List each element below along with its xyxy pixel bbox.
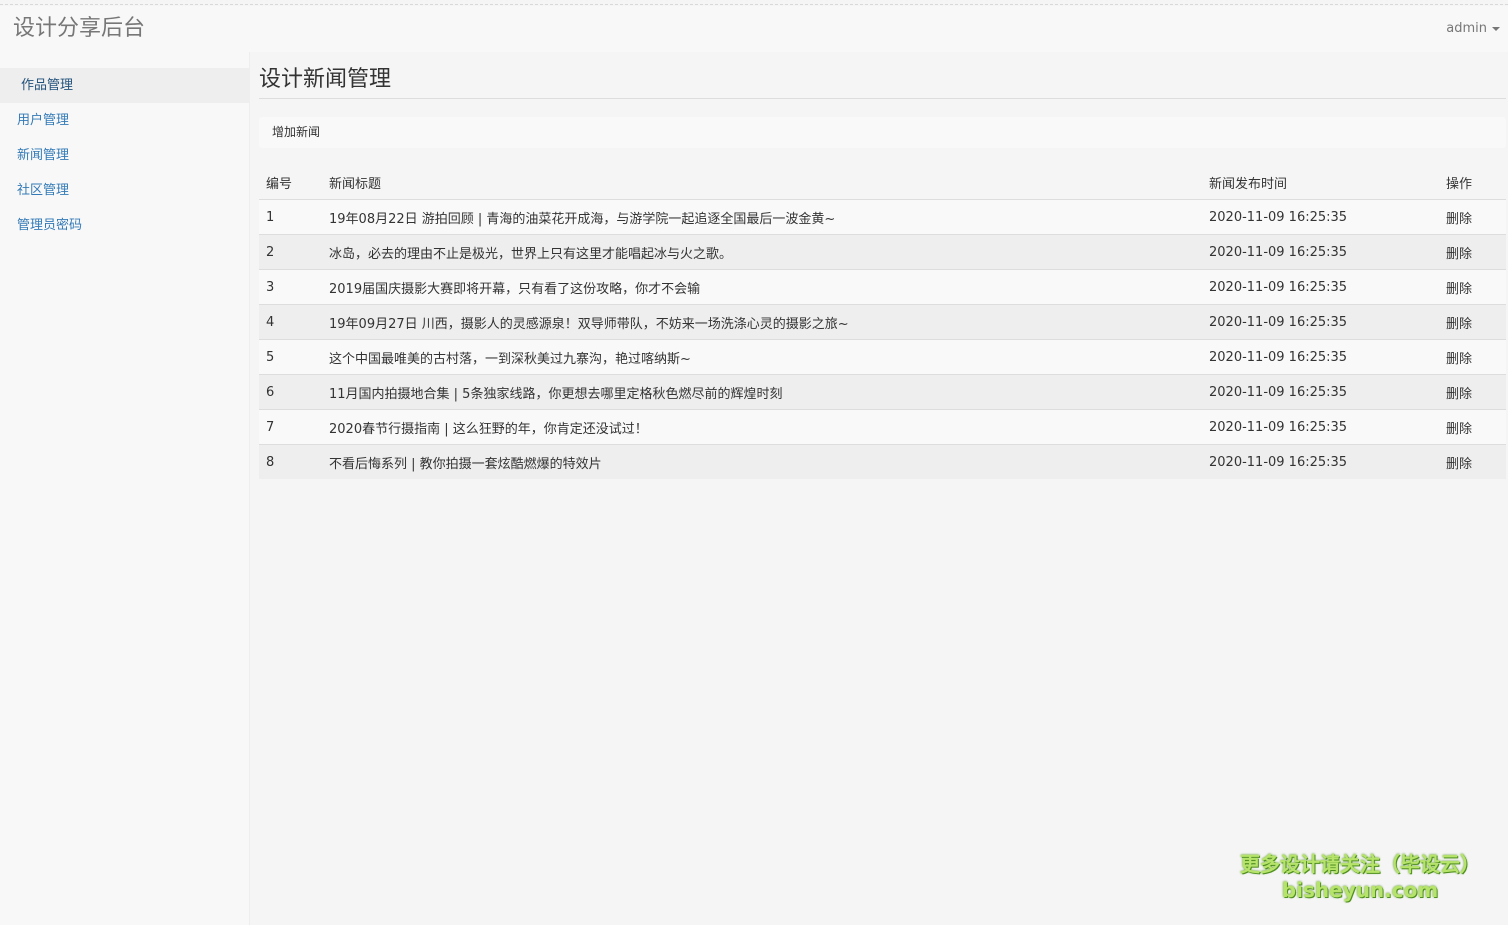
cell-title: 19年09月27日 川西，摄影人的灵感源泉！双导师带队，不妨来一场洗涤心灵的摄影…: [322, 304, 1202, 340]
table-row: 7 2020春节行摄指南 | 这么狂野的年，你肯定还没试过！ 2020-11-0…: [259, 409, 1506, 445]
caret-down-icon: [1492, 27, 1500, 31]
table-row: 3 2019届国庆摄影大赛即将开幕，只有看了这份攻略，你才不会输 2020-11…: [259, 269, 1506, 305]
top-dashed-rule: [0, 4, 1508, 5]
page-title: 设计新闻管理: [259, 67, 392, 92]
cell-title: 这个中国最唯美的古村落，一到深秋美过九寨沟，艳过喀纳斯~: [322, 339, 1202, 375]
cell-title: 冰岛，必去的理由不止是极光，世界上只有这里才能唱起冰与火之歌。: [322, 234, 1202, 270]
cell-time: 2020-11-09 16:25:35: [1202, 339, 1439, 375]
delete-button[interactable]: 删除: [1446, 457, 1472, 472]
table-row: 6 11月国内拍摄地合集 | 5条独家线路，你更想去哪里定格秋色燃尽前的辉煌时刻…: [259, 374, 1506, 410]
sidebar: 作品管理 用户管理 新闻管理 社区管理 管理员密码: [0, 52, 250, 925]
cell-id: 3: [259, 269, 322, 305]
cell-time: 2020-11-09 16:25:35: [1202, 444, 1439, 479]
sidebar-item-works[interactable]: 作品管理: [0, 68, 249, 103]
sidebar-item-users[interactable]: 用户管理: [0, 103, 249, 138]
delete-button[interactable]: 删除: [1446, 387, 1472, 402]
column-header-action: 操作: [1439, 165, 1506, 200]
delete-button[interactable]: 删除: [1446, 422, 1472, 437]
cell-title: 11月国内拍摄地合集 | 5条独家线路，你更想去哪里定格秋色燃尽前的辉煌时刻: [322, 374, 1202, 410]
news-table: 编号 新闻标题 新闻发布时间 操作 1 19年08月22日 游拍回顾 | 青海的…: [259, 165, 1506, 479]
brand-title[interactable]: 设计分享后台: [13, 16, 145, 42]
cell-id: 5: [259, 339, 322, 375]
cell-time: 2020-11-09 16:25:35: [1202, 199, 1439, 235]
cell-id: 8: [259, 444, 322, 479]
top-navbar: 设计分享后台 admin: [0, 6, 1508, 52]
delete-button[interactable]: 删除: [1446, 317, 1472, 332]
title-divider: [259, 98, 1506, 99]
table-row: 4 19年09月27日 川西，摄影人的灵感源泉！双导师带队，不妨来一场洗涤心灵的…: [259, 304, 1506, 340]
user-menu[interactable]: admin: [1446, 21, 1500, 37]
table-header-row: 编号 新闻标题 新闻发布时间 操作: [259, 165, 1506, 200]
table-row: 2 冰岛，必去的理由不止是极光，世界上只有这里才能唱起冰与火之歌。 2020-1…: [259, 234, 1506, 270]
sidebar-item-admin-password[interactable]: 管理员密码: [0, 208, 249, 243]
cell-time: 2020-11-09 16:25:35: [1202, 234, 1439, 270]
user-name: admin: [1446, 21, 1487, 36]
cell-time: 2020-11-09 16:25:35: [1202, 269, 1439, 305]
toolbar: 增加新闻: [259, 117, 1506, 148]
delete-button[interactable]: 删除: [1446, 352, 1472, 367]
cell-title: 19年08月22日 游拍回顾 | 青海的油菜花开成海，与游学院一起追逐全国最后一…: [322, 199, 1202, 235]
sidebar-item-news[interactable]: 新闻管理: [0, 138, 249, 173]
delete-button[interactable]: 删除: [1446, 212, 1472, 227]
cell-id: 1: [259, 199, 322, 235]
delete-button[interactable]: 删除: [1446, 282, 1472, 297]
cell-title: 2020春节行摄指南 | 这么狂野的年，你肯定还没试过！: [322, 409, 1202, 445]
cell-id: 4: [259, 304, 322, 340]
table-row: 5 这个中国最唯美的古村落，一到深秋美过九寨沟，艳过喀纳斯~ 2020-11-0…: [259, 339, 1506, 375]
table-row: 8 不看后悔系列 | 教你拍摄一套炫酷燃爆的特效片 2020-11-09 16:…: [259, 444, 1506, 479]
cell-time: 2020-11-09 16:25:35: [1202, 409, 1439, 445]
add-news-button[interactable]: 增加新闻: [272, 125, 320, 140]
cell-time: 2020-11-09 16:25:35: [1202, 304, 1439, 340]
cell-id: 7: [259, 409, 322, 445]
watermark-line-1: 更多设计请关注（毕设云）: [1240, 852, 1480, 876]
cell-title: 2019届国庆摄影大赛即将开幕，只有看了这份攻略，你才不会输: [322, 269, 1202, 305]
column-header-title: 新闻标题: [322, 165, 1202, 200]
cell-title: 不看后悔系列 | 教你拍摄一套炫酷燃爆的特效片: [322, 444, 1202, 479]
delete-button[interactable]: 删除: [1446, 247, 1472, 262]
sidebar-item-community[interactable]: 社区管理: [0, 173, 249, 208]
column-header-time: 新闻发布时间: [1202, 165, 1439, 200]
cell-id: 2: [259, 234, 322, 270]
table-row: 1 19年08月22日 游拍回顾 | 青海的油菜花开成海，与游学院一起追逐全国最…: [259, 199, 1506, 235]
column-header-id: 编号: [259, 165, 322, 200]
sidebar-menu: 作品管理 用户管理 新闻管理 社区管理 管理员密码: [0, 68, 249, 243]
cell-time: 2020-11-09 16:25:35: [1202, 374, 1439, 410]
cell-id: 6: [259, 374, 322, 410]
watermark-line-2: bisheyun.com: [1281, 878, 1439, 902]
watermark: 更多设计请关注（毕设云） bisheyun.com: [1240, 851, 1480, 903]
